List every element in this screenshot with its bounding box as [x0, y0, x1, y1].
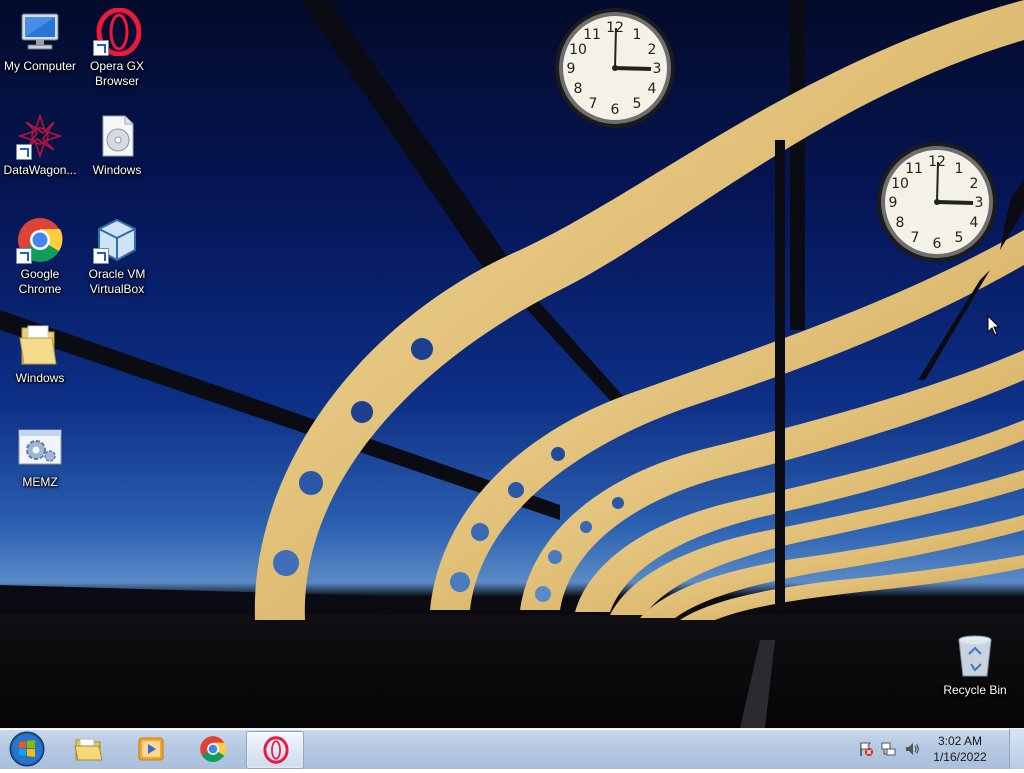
icon-label: Windows [15, 371, 65, 385]
icon-label: Oracle VM VirtualBox [88, 267, 146, 296]
svg-text:11: 11 [583, 27, 601, 43]
svg-text:4: 4 [648, 81, 657, 97]
desktop-icon-windows-folder[interactable]: Windows [0, 320, 80, 386]
icon-label: MEMZ [22, 475, 58, 489]
shortcut-arrow-icon [93, 40, 109, 56]
start-button[interactable] [6, 730, 48, 768]
svg-text:5: 5 [633, 96, 642, 112]
wallpaper-image [0, 0, 1024, 728]
chrome-icon [16, 216, 64, 264]
svg-text:2: 2 [648, 42, 657, 58]
svg-text:2: 2 [970, 176, 979, 192]
desktop-icon-datawagon[interactable]: DataWagon... [0, 112, 80, 178]
svg-text:10: 10 [569, 42, 587, 58]
media-player-icon [138, 737, 164, 761]
icon-label: DataWagon... [3, 163, 77, 177]
mouse-cursor-icon [987, 315, 1001, 336]
svg-text:9: 9 [567, 61, 576, 77]
file-explorer-icon [74, 738, 103, 761]
svg-text:3: 3 [653, 61, 662, 77]
svg-text:7: 7 [911, 230, 920, 246]
opera-gx-icon [263, 736, 289, 764]
desktop-icon-windows-disc-image[interactable]: Windows [77, 112, 157, 178]
svg-text:1: 1 [955, 161, 964, 177]
shortcut-arrow-icon [16, 248, 32, 264]
taskbar-button-chrome[interactable] [184, 731, 240, 767]
desktop-icon-my-computer[interactable]: My Computer [0, 8, 80, 74]
opera-gx-icon [93, 7, 142, 57]
shortcut-arrow-icon [93, 248, 109, 264]
icon-label: Recycle Bin [943, 683, 1007, 697]
svg-text:8: 8 [896, 215, 905, 231]
clock-gadget[interactable]: 1212 345 678 91011 [875, 140, 999, 264]
taskbar: 3:02 AM 1/16/2022 [0, 728, 1024, 769]
svg-text:6: 6 [933, 236, 942, 252]
svg-text:4: 4 [970, 215, 979, 231]
taskbar-button-opera-gx[interactable] [246, 731, 304, 769]
network-icon[interactable] [881, 741, 897, 757]
taskbar-button-media-player[interactable] [122, 731, 178, 767]
taskbar-clock-date[interactable]: 1/16/2022 [920, 750, 1000, 764]
svg-text:7: 7 [589, 96, 598, 112]
disc-image-icon [93, 112, 141, 160]
recycle-bin-icon [951, 632, 999, 680]
svg-text:9: 9 [889, 195, 898, 211]
svg-text:6: 6 [611, 102, 620, 118]
icon-label: Opera GX Browser [89, 59, 145, 88]
svg-text:1: 1 [633, 27, 642, 43]
shortcut-arrow-icon [16, 144, 32, 160]
datawagon-icon [16, 112, 64, 160]
desktop-icon-opera-gx[interactable]: Opera GX Browser [77, 7, 157, 89]
svg-text:5: 5 [955, 230, 964, 246]
settings-app-icon [16, 424, 64, 472]
folder-icon [16, 320, 64, 368]
computer-icon [16, 8, 64, 56]
svg-text:3: 3 [975, 195, 984, 211]
svg-text:10: 10 [891, 176, 909, 192]
desktop-icon-google-chrome[interactable]: Google Chrome [0, 216, 80, 297]
desktop-icon-oracle-vm-virtualbox[interactable]: Oracle VM VirtualBox [77, 216, 157, 297]
icon-label: Windows [92, 163, 142, 177]
svg-text:11: 11 [905, 161, 923, 177]
taskbar-button-file-explorer[interactable] [60, 731, 116, 767]
system-tray: 3:02 AM 1/16/2022 [854, 729, 1024, 769]
icon-label: Google Chrome [18, 267, 62, 296]
action-center-flag-icon[interactable] [858, 741, 874, 757]
desktop-icon-recycle-bin[interactable]: Recycle Bin [935, 632, 1015, 698]
taskbar-clock-time[interactable]: 3:02 AM [920, 734, 1000, 748]
icon-label: My Computer [3, 59, 77, 73]
desktop-icon-memz[interactable]: MEMZ [0, 424, 80, 490]
clock-gadget[interactable]: 1212 345 678 91011 [553, 6, 677, 130]
svg-text:8: 8 [574, 81, 583, 97]
volume-icon[interactable] [904, 741, 920, 757]
virtualbox-icon [93, 216, 141, 264]
chrome-icon [200, 736, 227, 762]
desktop[interactable]: My Computer Opera GX Browser DataWagon..… [0, 0, 1024, 728]
show-desktop-button[interactable] [1009, 729, 1024, 769]
